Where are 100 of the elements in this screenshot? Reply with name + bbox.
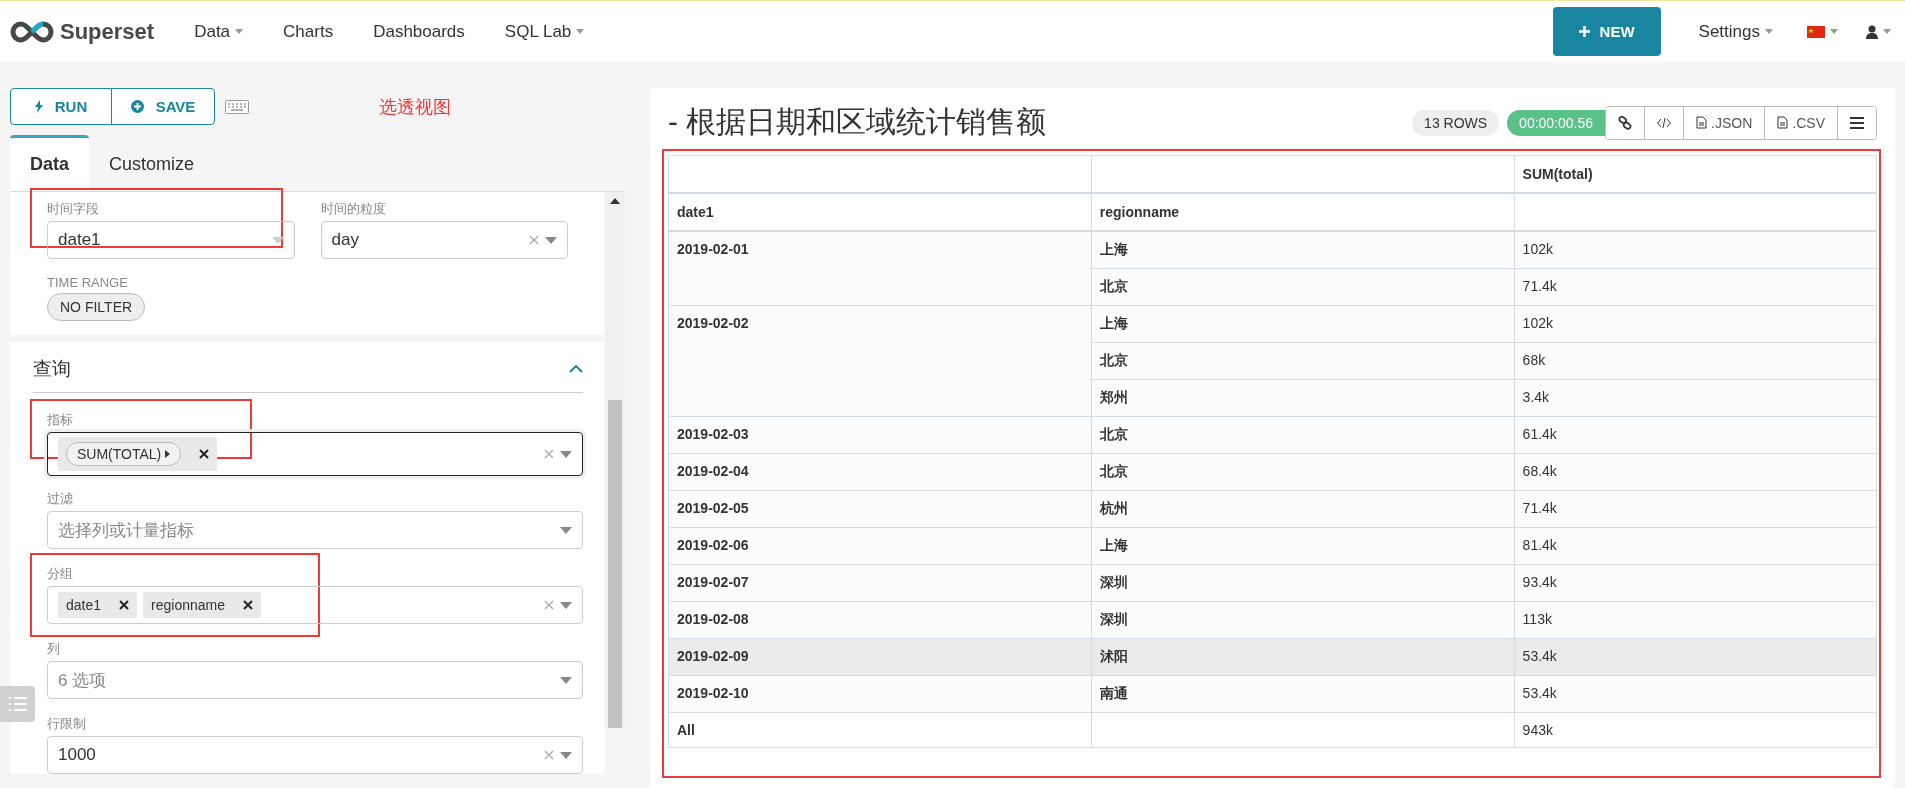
- new-button[interactable]: NEW: [1552, 7, 1661, 56]
- field-label: 指标: [47, 411, 74, 429]
- table-cell: 943k: [1514, 712, 1877, 748]
- clear-icon[interactable]: [243, 600, 253, 610]
- header-cell: SUM(total): [1514, 155, 1877, 193]
- header-cell: date1: [668, 193, 1092, 231]
- table-cell: 2019-02-05: [668, 490, 1092, 528]
- select-field[interactable]: day: [320, 221, 568, 259]
- field-value: 1000: [58, 745, 97, 765]
- section-title: 查询: [33, 357, 71, 381]
- action-button[interactable]: [1837, 106, 1876, 139]
- dropdown-arrow-icon[interactable]: [560, 526, 572, 534]
- table-cell: 郑州: [1091, 379, 1515, 417]
- scrollbar[interactable]: [605, 192, 625, 728]
- table-cell: 2019-02-08: [668, 601, 1092, 639]
- chevron-icon[interactable]: [569, 365, 583, 373]
- table-cell: 2019-02-02: [668, 305, 1092, 417]
- field-label: 分组: [47, 565, 74, 583]
- nav-item[interactable]: Dashboards: [353, 21, 485, 42]
- table-cell: 2019-02-09: [668, 638, 1092, 676]
- run-button[interactable]: RUN: [10, 88, 112, 125]
- dropdown-arrow-icon[interactable]: [545, 236, 557, 244]
- flag-icon[interactable]: [1807, 25, 1825, 38]
- keyboard-icon[interactable]: [225, 99, 249, 114]
- table-cell: 杭州: [1091, 490, 1515, 528]
- table-cell: 2019-02-06: [668, 527, 1092, 565]
- time-range-pill[interactable]: NO FILTER: [47, 293, 146, 321]
- field-label: 时间的粒度: [320, 200, 387, 218]
- nav-item[interactable]: Charts: [263, 21, 354, 42]
- table-cell: 2019-02-07: [668, 564, 1092, 602]
- field-value: date1: [58, 230, 102, 250]
- user-icon[interactable]: [1866, 24, 1878, 39]
- table-cell: 71.4k: [1514, 268, 1877, 306]
- nav-item[interactable]: SQL Lab: [484, 21, 605, 42]
- chart-title: - 根据日期和区域统计销售额: [668, 104, 1047, 140]
- file-icon: [1777, 116, 1789, 129]
- clear-icon[interactable]: [119, 600, 130, 610]
- nav-item[interactable]: Data: [174, 21, 264, 42]
- table-cell: 113k: [1514, 601, 1877, 639]
- table-cell: 上海: [1091, 305, 1515, 343]
- field-label: 时间字段: [47, 200, 100, 218]
- table-cell: 上海: [1091, 527, 1515, 565]
- table-cell: 南通: [1091, 675, 1515, 713]
- timer-badge: 00:00:00.56: [1507, 109, 1606, 136]
- caret-icon: [1830, 29, 1838, 34]
- row-count-badge: 13 ROWS: [1412, 109, 1500, 136]
- clear-icon[interactable]: [199, 449, 210, 459]
- scroll-up-icon[interactable]: [610, 198, 620, 204]
- select-field[interactable]: 选择列或计量指标: [47, 511, 583, 549]
- select-field[interactable]: 1000: [47, 736, 583, 774]
- table-cell: 61.4k: [1514, 416, 1877, 454]
- settings-menu[interactable]: Settings: [1678, 21, 1793, 42]
- select-field[interactable]: SUM(TOTAL): [47, 432, 583, 476]
- table-cell: 68k: [1514, 342, 1877, 380]
- table-cell: 深圳: [1091, 601, 1515, 639]
- panel-tab[interactable]: Data: [10, 135, 89, 191]
- select-field[interactable]: 6 选项: [47, 661, 583, 699]
- table-cell: 102k: [1514, 231, 1877, 269]
- table-cell: 北京: [1091, 268, 1515, 306]
- panel-tab[interactable]: Customize: [89, 135, 215, 191]
- field-placeholder: 选择列或计量指标: [58, 519, 195, 542]
- field-label: 列: [47, 640, 61, 658]
- table-cell: 2019-02-04: [668, 453, 1092, 491]
- plus-icon: [1578, 26, 1590, 37]
- table-cell: 53.4k: [1514, 675, 1877, 713]
- select-field[interactable]: date1: [47, 221, 295, 259]
- code-icon: [1657, 117, 1672, 128]
- table-cell: 上海: [1091, 231, 1515, 269]
- caret-icon: [1765, 29, 1773, 34]
- sidebar-toggle[interactable]: [0, 686, 35, 722]
- menu-icon: [1850, 116, 1864, 129]
- table-cell: 北京: [1091, 416, 1515, 454]
- save-button[interactable]: SAVE: [111, 88, 215, 125]
- table-cell: 53.4k: [1514, 638, 1877, 676]
- table-cell: 93.4k: [1514, 564, 1877, 602]
- dropdown-arrow-icon[interactable]: [560, 601, 572, 609]
- caret-icon: [165, 450, 171, 458]
- tag[interactable]: date1: [58, 592, 138, 618]
- brand-name[interactable]: Superset: [60, 18, 155, 45]
- table-cell: 深圳: [1091, 564, 1515, 602]
- metric-pill[interactable]: SUM(TOTAL): [66, 442, 182, 466]
- table-cell: 2019-02-01: [668, 231, 1092, 306]
- logo-icon: [10, 20, 54, 43]
- field-label: 过滤: [47, 490, 74, 508]
- tag[interactable]: regionname: [143, 592, 261, 618]
- dropdown-arrow-icon[interactable]: [271, 236, 284, 244]
- dropdown-arrow-icon[interactable]: [560, 751, 572, 759]
- dropdown-arrow-icon[interactable]: [560, 676, 572, 684]
- table-cell: 2019-02-10: [668, 675, 1092, 713]
- file-icon: [1696, 116, 1708, 129]
- caret-icon: [1883, 29, 1891, 34]
- table-cell: 81.4k: [1514, 527, 1877, 565]
- field-placeholder: 6 选项: [58, 669, 108, 692]
- dropdown-arrow-icon[interactable]: [560, 450, 572, 458]
- table-cell: 71.4k: [1514, 490, 1877, 528]
- field-label: TIME RANGE: [47, 275, 129, 290]
- link-icon: [1618, 115, 1633, 130]
- annotation-text: 选透视图: [379, 95, 451, 119]
- field-label: 行限制: [47, 715, 87, 733]
- select-field[interactable]: date1 regionname: [47, 586, 583, 624]
